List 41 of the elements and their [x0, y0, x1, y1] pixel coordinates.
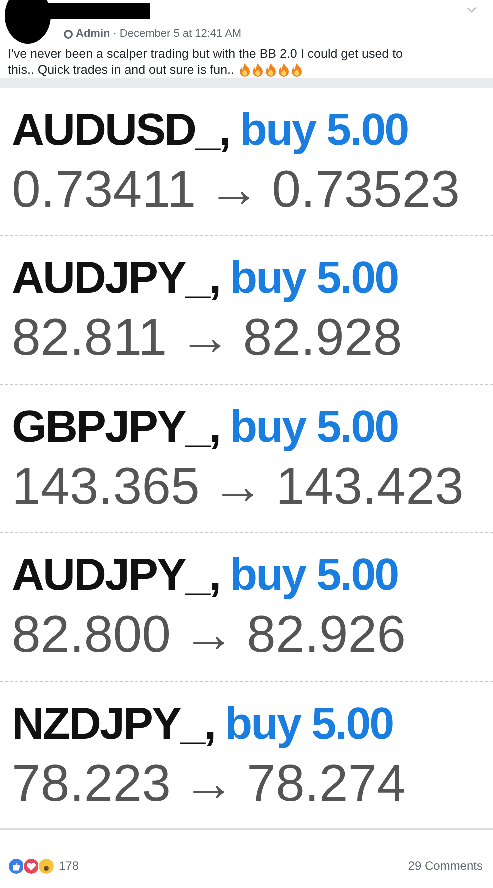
- like-reaction-icon[interactable]: [8, 858, 25, 874]
- symbol-label: AUDJPY_,: [12, 548, 220, 602]
- love-reaction-icon[interactable]: [23, 858, 40, 874]
- arrow-glyph: →: [183, 754, 236, 815]
- separator-dot: ·: [113, 28, 117, 40]
- arrow-glyph: →: [208, 160, 260, 221]
- reaction-count[interactable]: 178: [59, 859, 80, 873]
- order-label: buy 5.00: [230, 251, 398, 306]
- order-label: buy 5.00: [230, 548, 398, 602]
- close-price: 82.928: [243, 308, 402, 370]
- open-price: 78.223: [12, 754, 172, 815]
- wow-reaction-icon[interactable]: [38, 858, 55, 874]
- open-price: 143.365: [12, 456, 200, 518]
- close-price: 82.926: [247, 605, 406, 666]
- comments-link[interactable]: 29 Comments: [408, 859, 483, 873]
- fire-icon: [290, 63, 303, 77]
- order-label: buy 5.00: [225, 696, 394, 751]
- arrow-glyph: →: [183, 605, 236, 666]
- timestamp[interactable]: December 5 at 12:41 AM: [120, 28, 242, 40]
- arrow-glyph: →: [179, 308, 232, 370]
- order-label: buy 5.00: [230, 400, 398, 454]
- fire-icon: [252, 63, 264, 77]
- fire-icon: [238, 63, 251, 77]
- order-label: buy 5.00: [240, 103, 408, 157]
- symbol-label: AUDUSD_,: [12, 103, 230, 157]
- open-price: 0.73411: [12, 160, 196, 221]
- fire-icon: [278, 63, 290, 77]
- role-label: Admin: [76, 28, 110, 40]
- symbol-label: GBPJPY_,: [12, 400, 220, 454]
- close-price: 78.274: [247, 754, 406, 815]
- badge-icon: [64, 30, 73, 38]
- close-price: 0.73523: [272, 160, 460, 221]
- close-price: 143.423: [276, 456, 464, 518]
- arrow-glyph: →: [212, 456, 264, 518]
- open-price: 82.811: [12, 308, 168, 370]
- fire-icon: [264, 63, 277, 77]
- symbol-label: AUDJPY_,: [12, 251, 220, 306]
- open-price: 82.800: [12, 605, 172, 666]
- post-text-line: I've never been a scalper trading but with the BB 2.0 I could get used to: [8, 46, 403, 62]
- post-text-line: this.. Quick trades in and out sure is fun..: [8, 62, 235, 78]
- symbol-label: NZDJPY_,: [12, 696, 216, 751]
